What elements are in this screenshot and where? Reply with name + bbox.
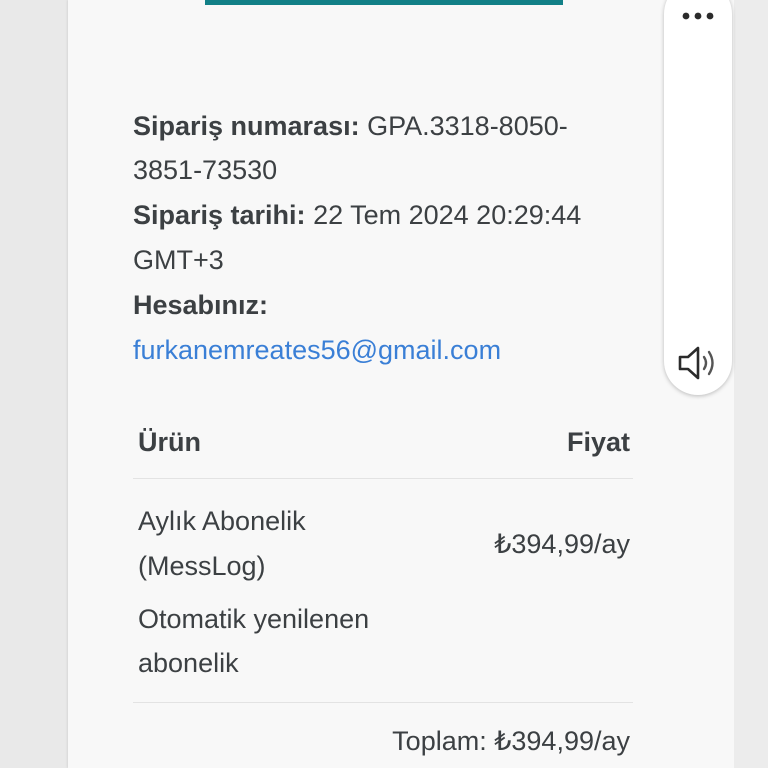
speaker-icon[interactable]	[676, 343, 720, 383]
left-background	[0, 0, 68, 768]
more-horizontal-icon[interactable]	[680, 10, 716, 22]
order-date-line: Sipariş tarihi: 22 Tem 2024 20:29:44	[133, 193, 581, 237]
column-header-product: Ürün	[138, 427, 201, 457]
floating-side-panel	[664, 0, 732, 395]
page: Sipariş numarası: GPA.3318-8050- 3851-73…	[0, 0, 768, 768]
order-date-line-2: GMT+3	[133, 238, 224, 282]
product-note: Otomatik yenilenen	[138, 604, 370, 634]
product-note-cont: abonelik	[138, 648, 239, 678]
header-divider	[133, 478, 633, 479]
order-number-line-2: 3851-73530	[133, 148, 277, 192]
product-name-cont: (MessLog)	[138, 551, 266, 581]
total-price: Toplam: ₺394,99/ay	[392, 726, 630, 756]
order-number-value-cont: 3851-73530	[133, 155, 278, 185]
product-price: ₺394,99/ay	[494, 529, 630, 559]
header-accent-bar	[205, 0, 563, 5]
product-name: Aylık Abonelik	[138, 506, 306, 536]
column-header-price: Fiyat	[566, 427, 630, 457]
order-number-label: Sipariş numarası:	[133, 111, 360, 141]
account-label: Hesabınız:	[133, 290, 269, 320]
order-date-timezone: GMT+3	[133, 245, 224, 275]
order-date-value: 22 Tem 2024 20:29:44	[313, 200, 582, 230]
order-number-value: GPA.3318-8050-	[367, 111, 568, 141]
row-divider	[133, 702, 633, 703]
account-email-link[interactable]: furkanemreates56@gmail.com	[133, 328, 501, 372]
order-number-line: Sipariş numarası: GPA.3318-8050-	[133, 104, 568, 148]
right-background	[734, 0, 768, 768]
account-line: Hesabınız:	[133, 283, 268, 327]
order-date-label: Sipariş tarihi:	[133, 200, 306, 230]
